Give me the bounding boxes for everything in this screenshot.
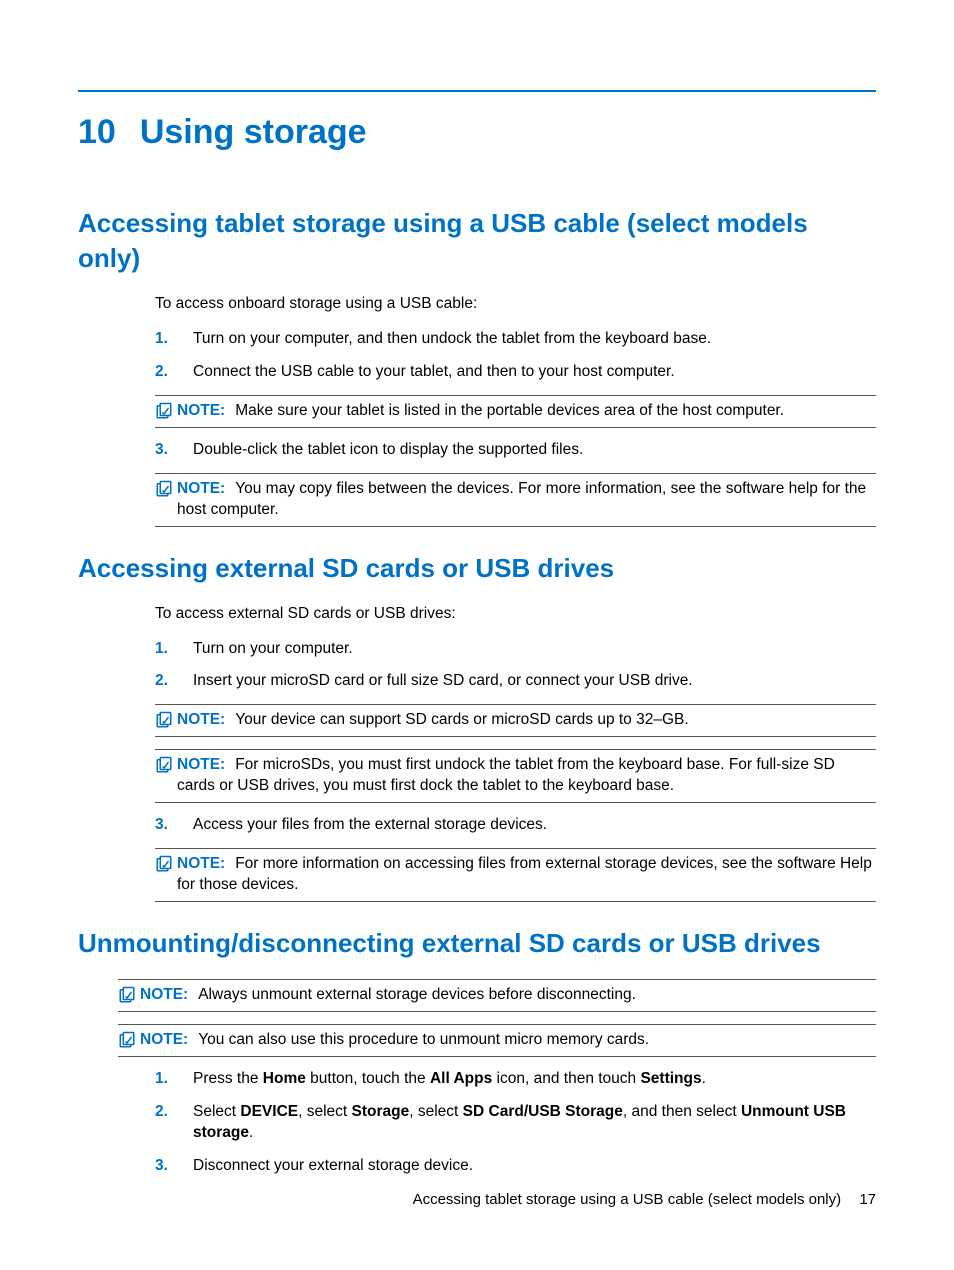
step-list: 1. Turn on your computer. 2. Insert your… [155,639,876,693]
note-text: You can also use this procedure to unmou… [198,1031,649,1048]
section-heading: Unmounting/disconnecting external SD car… [78,926,876,961]
step-text: Disconnect your external storage device. [193,1156,876,1177]
step-list: 1. Turn on your computer, and then undoc… [155,329,876,383]
step-list: 3. Access your files from the external s… [155,815,876,836]
page-number: 17 [859,1191,876,1208]
section-accessing-tablet-storage: Accessing tablet storage using a USB cab… [78,206,876,527]
footer-text: Accessing tablet storage using a USB cab… [413,1191,842,1208]
note-icon [155,479,177,521]
section-heading: Accessing tablet storage using a USB cab… [78,206,876,276]
chapter-title: Using storage [140,113,367,151]
note-label: NOTE: [177,756,225,773]
step-number: 3. [155,1156,193,1177]
step-text: Select DEVICE, select Storage, select SD… [193,1102,876,1144]
note-label: NOTE: [140,1031,188,1048]
section-body: To access onboard storage using a USB ca… [155,294,876,526]
step-list: 3. Double-click the tablet icon to displ… [155,440,876,461]
section-unmounting: Unmounting/disconnecting external SD car… [78,926,876,1177]
step-number: 2. [155,1102,193,1144]
note-text: For microSDs, you must first undock the … [177,756,835,794]
step-number: 1. [155,1069,193,1090]
note-icon [155,755,177,797]
list-item: 2. Insert your microSD card or full size… [155,671,876,692]
step-text: Insert your microSD card or full size SD… [193,671,876,692]
step-text: Turn on your computer, and then undock t… [193,329,876,350]
note-text: Make sure your tablet is listed in the p… [235,402,784,419]
intro-text: To access onboard storage using a USB ca… [155,294,876,315]
note-label: NOTE: [177,855,225,872]
step-text: Turn on your computer. [193,639,876,660]
chapter-number: 10 [78,113,116,151]
note-text: Your device can support SD cards or micr… [235,711,688,728]
note-block: NOTE: You can also use this procedure to … [118,1024,876,1057]
note-icon [155,854,177,896]
chapter-rule [78,90,876,92]
section-body: 1. Press the Home button, touch the All … [155,1069,876,1177]
note-text: You may copy files between the devices. … [177,480,866,518]
note-icon [118,985,140,1006]
section-heading: Accessing external SD cards or USB drive… [78,551,876,586]
note-icon [118,1030,140,1051]
step-text: Access your files from the external stor… [193,815,876,836]
step-number: 3. [155,440,193,461]
note-block: NOTE: Make sure your tablet is listed in … [155,395,876,428]
note-label: NOTE: [177,402,225,419]
step-number: 1. [155,639,193,660]
note-text: For more information on accessing files … [177,855,872,893]
list-item: 1. Turn on your computer. [155,639,876,660]
list-item: 1. Turn on your computer, and then undoc… [155,329,876,350]
intro-text: To access external SD cards or USB drive… [155,604,876,625]
note-block: NOTE:You may copy files between the devi… [155,473,876,527]
step-number: 3. [155,815,193,836]
note-block: NOTE:For more information on accessing f… [155,848,876,902]
list-item: 3. Disconnect your external storage devi… [155,1156,876,1177]
note-block: NOTE:For microSDs, you must first undock… [155,749,876,803]
note-icon [155,401,177,422]
note-block: NOTE: Your device can support SD cards or… [155,704,876,737]
list-item: 2. Connect the USB cable to your tablet,… [155,362,876,383]
note-icon [155,710,177,731]
note-content: NOTE: You can also use this procedure to … [140,1030,876,1051]
list-item: 1. Press the Home button, touch the All … [155,1069,876,1090]
list-item: 3. Access your files from the external s… [155,815,876,836]
step-number: 2. [155,362,193,383]
page: 10 Using storage Accessing tablet storage… [0,0,954,1270]
note-text: Always unmount external storage devices … [198,986,636,1003]
note-content: NOTE:You may copy files between the devi… [177,479,876,521]
note-label: NOTE: [140,986,188,1003]
section-body: To access external SD cards or USB drive… [155,604,876,902]
chapter-heading: 10 Using storage [78,110,876,156]
note-block: NOTE: Always unmount external storage dev… [118,979,876,1012]
list-item: 3. Double-click the tablet icon to displ… [155,440,876,461]
step-text: Connect the USB cable to your tablet, an… [193,362,876,383]
step-text: Double-click the tablet icon to display … [193,440,876,461]
list-item: 2. Select DEVICE, select Storage, select… [155,1102,876,1144]
step-list: 1. Press the Home button, touch the All … [155,1069,876,1177]
page-footer: Accessing tablet storage using a USB cab… [78,1190,876,1210]
step-text: Press the Home button, touch the All App… [193,1069,876,1090]
note-content: NOTE: Always unmount external storage dev… [140,985,876,1006]
note-label: NOTE: [177,480,225,497]
note-label: NOTE: [177,711,225,728]
step-number: 2. [155,671,193,692]
note-content: NOTE:For more information on accessing f… [177,854,876,896]
note-content: NOTE: Your device can support SD cards or… [177,710,876,731]
step-number: 1. [155,329,193,350]
section-accessing-external: Accessing external SD cards or USB drive… [78,551,876,902]
note-content: NOTE: Make sure your tablet is listed in … [177,401,876,422]
section-body: NOTE: Always unmount external storage dev… [118,979,876,1057]
note-content: NOTE:For microSDs, you must first undock… [177,755,876,797]
